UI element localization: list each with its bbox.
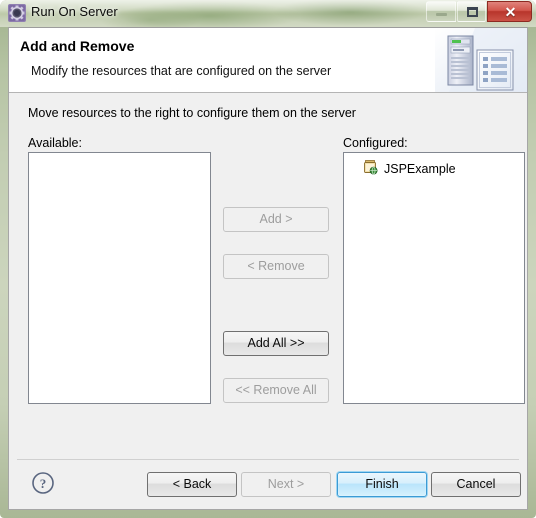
next-button[interactable]: Next > [241,472,331,497]
finish-button[interactable]: Finish [337,472,427,497]
restore-icon [467,7,478,17]
minimize-button[interactable] [426,1,456,22]
run-on-server-gear-icon [8,4,26,22]
server-and-document-icon [435,28,527,92]
minimize-icon [436,13,447,16]
help-question-icon[interactable]: ? [31,471,55,495]
available-label: Available: [28,136,82,150]
web-project-icon [362,159,378,178]
window-title: Run On Server [31,4,118,19]
footer-separator [17,459,519,460]
add-all-button[interactable]: Add All >> [223,331,329,356]
remove-button[interactable]: < Remove [223,254,329,279]
list-item[interactable]: JSPExample [362,159,456,178]
close-button[interactable]: ✕ [487,1,532,22]
close-icon: ✕ [504,4,517,20]
remove-all-button[interactable]: << Remove All [223,378,329,403]
list-item-label: JSPExample [384,161,456,176]
window-controls: ✕ [425,1,532,22]
page-title: Add and Remove [20,38,135,54]
configured-list[interactable]: JSPExample [343,152,525,404]
add-button[interactable]: Add > [223,207,329,232]
configured-label: Configured: [343,136,408,150]
dialog-client-area: Add and Remove Modify the resources that… [8,27,528,510]
svg-text:?: ? [40,476,47,491]
cancel-button[interactable]: Cancel [431,472,521,497]
page-description: Modify the resources that are configured… [31,64,332,78]
dialog-window: Run On Server ✕ Add and Remove Modify th… [0,0,536,518]
instruction-text: Move resources to the right to configure… [28,106,356,120]
maximize-button[interactable] [457,1,486,22]
back-button[interactable]: < Back [147,472,237,497]
title-bar[interactable]: Run On Server ✕ [0,0,536,27]
available-list[interactable] [28,152,211,404]
wizard-header: Add and Remove Modify the resources that… [9,28,527,93]
